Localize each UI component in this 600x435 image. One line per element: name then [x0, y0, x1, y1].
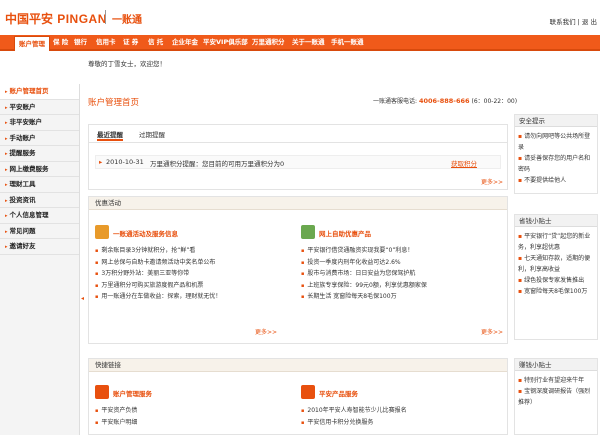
quick-left-list: 平安资产负债 平安账户明细: [95, 405, 137, 428]
quick-right-title[interactable]: 平安产品服务: [319, 388, 358, 398]
security-tips-list: 请勿向网吧等公共场所登录 请妥善保存您的用户名和密码 不要提供给他人: [515, 127, 597, 190]
product-service-icon: [301, 385, 315, 399]
saving-tips-panel: 省钱小贴士 平安银行“贷”起您的新业务，利享超优惠 七天通知存款，适期的便利，利…: [514, 214, 598, 340]
activity-icon: [95, 225, 109, 239]
list-item[interactable]: 平安账户明细: [95, 417, 137, 429]
list-item[interactable]: 万里通积分可购买旅游度假产品和机票: [95, 280, 221, 292]
list-item[interactable]: 股市与消费市场：日日安益为您保驾护航: [301, 268, 427, 280]
tab-divider: [89, 142, 507, 143]
sidebar-item-reminders[interactable]: 提醒服务: [0, 146, 79, 162]
list-item[interactable]: 平安银行借贷通融资实现我要“0”利息！: [301, 245, 427, 257]
nav-securities[interactable]: 证 券: [123, 35, 138, 49]
sidebar-item-faq[interactable]: 常见问题: [0, 224, 79, 239]
reminder-row: ▸ 2010-10-31 万里通积分提醒：您目前的可用万里通积分为0 获取积分: [95, 155, 501, 169]
nav-vip-club[interactable]: 平安VIP俱乐部: [203, 35, 248, 49]
reminders-more-link[interactable]: 更多>>: [481, 177, 503, 186]
list-item[interactable]: 网上总保与自助卡邀请频活动中奖名单公布: [95, 257, 221, 269]
list-item[interactable]: 宽窗险每天8毛保100万: [518, 286, 594, 297]
list-item[interactable]: 特别行业有望迎来牛年: [518, 375, 594, 386]
nav-annuity[interactable]: 企业年金: [172, 35, 198, 49]
page-title: 账户管理首页: [88, 98, 140, 108]
list-item[interactable]: 绿色投保专家发售推出: [518, 275, 594, 286]
list-item[interactable]: 不要提供给他人: [518, 175, 594, 186]
promotions-panel: 优惠活动 一账通活动及服务信息 剩余账目录3分钟就积分，抢“鲜”看 网上总保与自…: [88, 196, 508, 344]
nav-insurance[interactable]: 保 险: [53, 35, 68, 49]
list-item[interactable]: 剩余账目录3分钟就积分，抢“鲜”看: [95, 245, 221, 257]
collapse-sidebar-icon[interactable]: ◂: [81, 295, 84, 302]
promo-left-more-link[interactable]: 更多>>: [255, 327, 277, 336]
hotline: 一账通客服电话: 4006-888-666 (6：00-22：00): [373, 96, 517, 105]
quick-left-title[interactable]: 账户管理服务: [113, 388, 152, 398]
reminder-text: 万里通积分提醒：您目前的可用万里通积分为0: [150, 160, 285, 168]
tab-recent[interactable]: 最近提醒: [97, 129, 123, 141]
earning-tips-header: 赚钱小贴士: [515, 359, 597, 371]
nav-credit-card[interactable]: 信用卡: [96, 35, 116, 49]
nav-points[interactable]: 万里通积分: [252, 35, 285, 49]
sidebar-item-tools[interactable]: 理财工具: [0, 177, 79, 193]
logo-cn: 中国平安: [5, 12, 54, 26]
sidebar-item-invite[interactable]: 邀请好友: [0, 239, 79, 255]
online-products-icon: [301, 225, 315, 239]
security-tips-panel: 安全提示 请勿向网吧等公共场所登录 请妥善保存您的用户名和密码 不要提供给他人: [514, 114, 598, 194]
list-item[interactable]: 投资一季度内刑年化收益可达2.6%: [301, 257, 427, 269]
list-item[interactable]: 七天通知存款，适期的便利，利享高收益: [518, 253, 594, 275]
saving-tips-header: 省钱小贴士: [515, 215, 597, 227]
logo-en: PINGAN: [57, 12, 107, 26]
list-item[interactable]: 2010年平安人寿智能节少儿比赛报名: [301, 405, 406, 417]
list-item[interactable]: 平安信用卡积分兑换服务: [301, 417, 407, 429]
security-tips-header: 安全提示: [515, 115, 597, 127]
list-item[interactable]: 长期生活 宽窗险每天8毛保100万: [301, 291, 427, 303]
promo-left-list: 剩余账目录3分钟就积分，抢“鲜”看 网上总保与自助卡邀请频活动中奖名单公布 3万…: [95, 245, 221, 303]
quick-links-header: 快捷链接: [89, 359, 507, 372]
nav-about[interactable]: 关于一账通: [292, 35, 325, 49]
sidebar-item-profile[interactable]: 个人信息管理: [0, 208, 79, 224]
reminders-panel: 最近提醒 过期提醒 ▸ 2010-10-31 万里通积分提醒：您目前的可用万里通…: [88, 124, 508, 190]
sidebar-item-payments[interactable]: 网上缴费服务: [0, 162, 79, 177]
get-points-link[interactable]: 获取积分: [451, 158, 477, 168]
earning-tips-list: 特别行业有望迎来牛年 宝钢深度调研报告（强烈推荐）: [515, 371, 597, 412]
hotline-hours: (6：00-22：00): [471, 98, 518, 105]
quick-right-list: 2010年平安人寿智能节少儿比赛报名 平安信用卡积分兑换服务: [301, 405, 407, 429]
top-links[interactable]: 联系我们 | 退 出: [550, 16, 597, 26]
sidebar-item-manual-accounts[interactable]: 手动账户: [0, 131, 79, 146]
list-item[interactable]: 宝钢深度调研报告（强烈推荐）: [518, 386, 594, 408]
nav-mobile[interactable]: 手机一账通: [331, 35, 364, 49]
promo-left-title[interactable]: 一账通活动及服务信息: [113, 228, 178, 238]
list-item[interactable]: 用一账通分在车做收益：探索，理财就无忧！: [95, 291, 221, 303]
earning-tips-panel: 赚钱小贴士 特别行业有望迎来牛年 宝钢深度调研报告（强烈推荐）: [514, 358, 598, 435]
hotline-number: 4006-888-666: [418, 97, 470, 105]
tab-expired[interactable]: 过期提醒: [139, 129, 165, 141]
pingan-logo[interactable]: 中国平安 PINGAN: [5, 10, 107, 27]
saving-tips-list: 平安银行“贷”起您的新业务，利享超优惠 七天通知存款，适期的便利，利享高收益 绿…: [515, 227, 597, 301]
nav-bank[interactable]: 银行: [74, 35, 87, 49]
reminder-date: 2010-10-31: [106, 158, 144, 166]
promo-right-list: 平安银行借贷通融资实现我要“0”利息！ 投资一季度内刑年化收益可达2.6% 股市…: [301, 245, 427, 303]
sidebar-item-news[interactable]: 投资资讯: [0, 193, 79, 208]
list-item[interactable]: 平安银行“贷”起您的新业务，利享超优惠: [518, 231, 594, 253]
list-item[interactable]: 上班族专享保险：99元0额，利享优惠额家保: [301, 280, 426, 292]
promo-right-more-link[interactable]: 更多>>: [481, 327, 503, 336]
nav-account[interactable]: 账户管理: [14, 36, 50, 51]
nav-trust[interactable]: 信 托: [148, 35, 163, 49]
sidebar-item-pingan-accounts[interactable]: 平安账户: [0, 100, 79, 115]
welcome-message: 尊敬的丁雪女士，欢迎您！: [88, 60, 166, 68]
promotions-header: 优惠活动: [89, 197, 507, 210]
promo-right-title[interactable]: 网上自助优惠产品: [319, 228, 371, 238]
quick-links-panel: 快捷链接 账户管理服务 平安资产负债 平安账户明细 平安产品服务 2010年平安…: [88, 358, 508, 435]
list-item[interactable]: 请妥善保存您的用户名和密码: [518, 153, 594, 175]
logo-divider: [105, 10, 106, 24]
sidebar-item-home[interactable]: 账户管理首页: [0, 84, 79, 100]
hotline-label: 一账通客服电话:: [373, 98, 418, 105]
main-nav: 账户管理 保 险 银行 信用卡 证 券 信 托 企业年金 平安VIP俱乐部 万里…: [0, 35, 600, 51]
sidebar: 账户管理首页 平安账户 非平安账户 手动账户 提醒服务 网上缴费服务 理财工具 …: [0, 84, 80, 435]
list-item[interactable]: 平安资产负债: [95, 405, 137, 417]
sidebar-item-other-accounts[interactable]: 非平安账户: [0, 115, 79, 131]
account-service-icon: [95, 385, 109, 399]
product-name: 一账通: [112, 15, 142, 26]
top-header: 中国平安 PINGAN 一账通 联系我们 | 退 出: [0, 0, 600, 35]
list-item[interactable]: 请勿向网吧等公共场所登录: [518, 131, 594, 153]
list-item[interactable]: 3万积分野外站：美丽三亚等你带: [95, 268, 221, 280]
bullet-icon: ▸: [99, 158, 103, 166]
